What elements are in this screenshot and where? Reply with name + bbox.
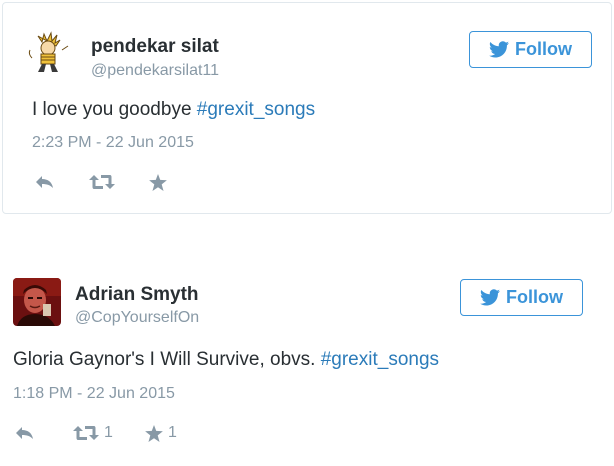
timestamp[interactable]: 1:18 PM - 22 Jun 2015	[13, 385, 175, 403]
star-icon	[149, 173, 167, 191]
hashtag-link[interactable]: #grexit_songs	[197, 99, 315, 120]
reply-button[interactable]	[15, 422, 35, 444]
timestamp[interactable]: 2:23 PM - 22 Jun 2015	[32, 134, 194, 152]
user-handle[interactable]: @pendekarsilat11	[91, 62, 219, 80]
twitter-bird-icon	[480, 289, 500, 306]
avatar[interactable]	[13, 278, 61, 326]
favorite-count: 1	[168, 424, 177, 441]
tweet-text-plain: I love you goodbye	[32, 99, 197, 120]
hashtag-link[interactable]: #grexit_songs	[321, 349, 439, 370]
retweet-button[interactable]	[89, 171, 120, 193]
user-handle[interactable]: @CopYourselfOn	[75, 309, 199, 327]
reply-button[interactable]	[35, 171, 55, 193]
follow-button[interactable]: Follow	[460, 279, 583, 316]
calvin-avatar-icon	[24, 28, 72, 76]
favorite-button[interactable]: 1	[145, 422, 177, 444]
follow-label: Follow	[506, 287, 563, 307]
favorite-button[interactable]	[149, 171, 172, 193]
follow-label: Follow	[515, 39, 572, 59]
retweet-button[interactable]: 1	[73, 422, 113, 444]
retweet-count: 1	[104, 424, 113, 441]
tweet-card: pendekar silat @pendekarsilat11 Follow I…	[2, 2, 612, 214]
tweet-text: I love you goodbye #grexit_songs	[32, 99, 315, 121]
reply-icon	[16, 427, 33, 439]
reply-icon	[36, 176, 53, 188]
follow-button[interactable]: Follow	[469, 31, 592, 68]
display-name[interactable]: Adrian Smyth	[75, 284, 199, 306]
tweet-text-plain: Gloria Gaynor's I Will Survive, obvs.	[13, 349, 321, 370]
tweet-text: Gloria Gaynor's I Will Survive, obvs. #g…	[13, 349, 439, 371]
person-photo-avatar-icon	[13, 278, 61, 326]
retweet-icon	[89, 175, 115, 189]
tweet-card: Adrian Smyth @CopYourselfOn Follow Glori…	[0, 258, 614, 466]
avatar[interactable]	[24, 28, 72, 76]
twitter-bird-icon	[489, 41, 509, 58]
display-name[interactable]: pendekar silat	[91, 36, 219, 58]
retweet-icon	[73, 426, 99, 440]
star-icon	[145, 424, 163, 442]
